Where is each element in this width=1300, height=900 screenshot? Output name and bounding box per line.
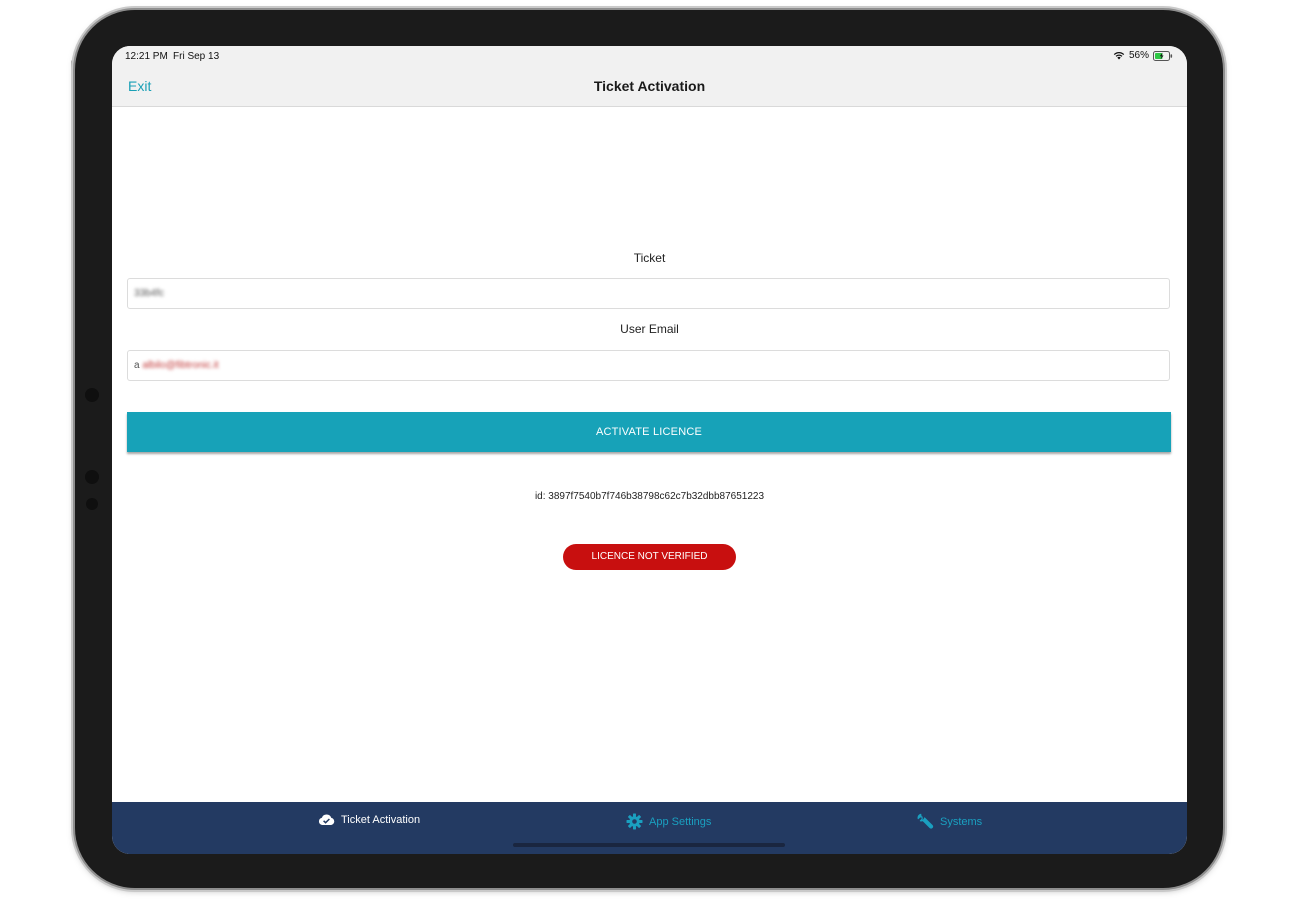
tab-systems[interactable]: Systems — [917, 813, 982, 830]
tab-label: Systems — [940, 815, 983, 828]
ticket-value: 33b4fc — [134, 288, 165, 299]
email-value: albilo@fibtronic.it — [142, 360, 219, 371]
cloud-check-icon — [318, 813, 335, 826]
tab-app-settings[interactable]: App Settings — [626, 813, 711, 830]
licence-status-badge: LICENCE NOT VERIFIED — [563, 544, 736, 570]
battery-charging-icon — [1153, 50, 1173, 61]
wifi-icon — [1113, 51, 1125, 60]
user-email-input[interactable]: a albilo@fibtronic.it — [127, 350, 1170, 381]
status-time: 12:21 PM — [125, 51, 168, 62]
tab-label: Ticket Activation — [341, 813, 421, 826]
status-bar: 12:21 PM Fri Sep 13 56% — [112, 46, 1187, 68]
sensor-dot-small — [86, 498, 98, 510]
user-email-label: User Email — [620, 322, 679, 336]
sensor-dot — [85, 388, 99, 402]
email-value-prefix: a — [134, 360, 140, 371]
device-id: id: 3897f7540b7f746b38798c62c7b32dbb8765… — [534, 491, 765, 502]
navigation-bar: Exit Ticket Activation — [112, 68, 1187, 107]
home-indicator[interactable] — [513, 843, 785, 847]
wrench-icon — [917, 813, 934, 830]
status-indicators: 56% — [1113, 50, 1173, 61]
gear-icon — [626, 813, 643, 830]
battery-percent: 56% — [1128, 50, 1149, 61]
activate-licence-button[interactable]: ACTIVATE LICENCE — [127, 412, 1171, 452]
status-date: Fri Sep 13 — [173, 51, 220, 62]
tab-ticket-activation[interactable]: Ticket Activation — [318, 813, 420, 826]
camera-dot — [85, 470, 99, 484]
ticket-label: Ticket — [633, 251, 666, 265]
tab-label: App Settings — [649, 815, 712, 828]
page-title: Ticket Activation — [593, 78, 706, 94]
ticket-input[interactable]: 33b4fc — [127, 278, 1170, 309]
app-screen: 12:21 PM Fri Sep 13 56% Exit Ticket Acti… — [112, 46, 1187, 854]
